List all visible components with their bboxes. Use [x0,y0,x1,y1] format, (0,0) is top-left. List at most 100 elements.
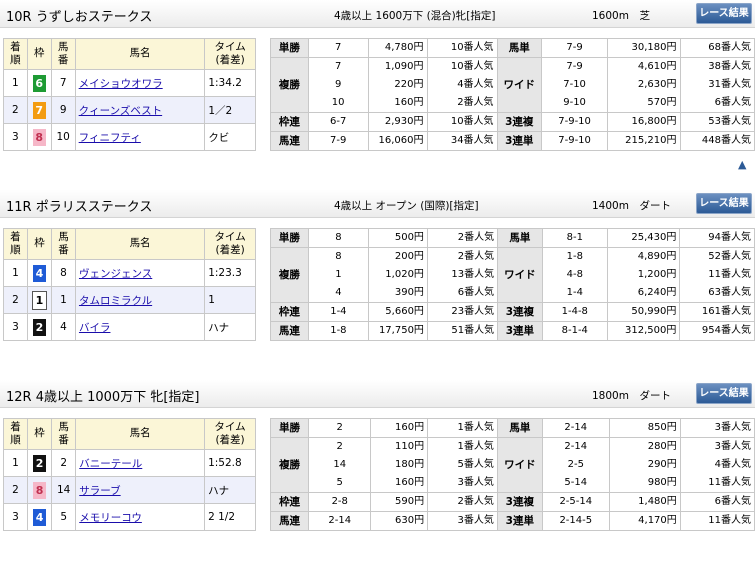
result-table-header: 着順 枠 馬番 馬名 タイム (着差) [3,418,256,450]
header-horse-number: 馬番 [50,38,76,70]
payout-row: 馬連 7-9 16,060円 34番人気 3連単 7-9-10 215,210円 448番人気 [270,131,755,151]
trifecta-numbers: 7-9-10 [541,131,609,151]
horse-name-link[interactable]: バイラ [79,322,111,334]
label-wide: ワイド [496,437,543,493]
label-trifecta: 3連単 [496,511,543,531]
place-popularity: 1番人気 5番人気 3番人気 [427,437,498,493]
wide-popularity-line: 31番人気 [708,79,751,90]
payout-row: 枠連 2-8 590円 2番人気 3連複 2-5-14 1,480円 6番人気 [269,492,755,512]
wide-payouts-line: 290円 [647,459,677,470]
header-horse-name: 馬名 [74,228,206,260]
finish-time: 1 [204,286,256,314]
wide-numbers-line: 7-9 [566,61,583,72]
horse-name-link[interactable]: フィニフティ [79,132,141,144]
place-numbers-line: 7 [334,61,342,72]
race-header: 11R ポラリスステークス 4歳以上 オープン (国際)[指定] 1400m ダ… [0,190,755,218]
horse-name-link[interactable]: ヴェンジェンス [79,268,152,280]
label-bracket-quinella: 枠連 [270,302,309,322]
result-row: 3 8 10 フィニフティ クビ [3,123,256,151]
wide-numbers-line: 2-14 [564,441,588,452]
horse-name-link[interactable]: サラーブ [79,485,120,497]
trifecta-payout: 4,170円 [608,511,681,531]
win-popularity: 10番人気 [426,38,498,58]
trifecta-popularity: 954番人気 [679,321,755,341]
bracket-badge: 4 [32,264,46,282]
wide-popularity-line: 3番人気 [714,441,751,452]
scroll-top-icon[interactable]: ▲ [738,158,746,171]
horse-name-link[interactable]: メイショウオワラ [79,78,163,90]
finish-position: 2 [3,286,28,314]
horse-name-cell: バイラ [74,313,206,341]
bracket-quinella-payout: 590円 [370,492,429,512]
race-result-button[interactable]: レース結果 [696,193,752,214]
bracket-badge: 8 [32,128,46,146]
horse-name-cell: フィニフティ [74,123,206,151]
horse-name-cell: クィーンズベスト [74,96,206,124]
label-exacta: 馬単 [497,228,543,248]
win-popularity: 2番人気 [426,228,499,248]
trifecta-popularity: 11番人気 [679,511,755,531]
win-payout: 4,780円 [367,38,428,58]
wide-payouts-line: 6,240円 [637,287,677,298]
trifecta-payout: 215,210円 [607,131,681,151]
wide-numbers: 1-8 4-8 1-4 [541,247,608,303]
place-popularity-line: 1番人気 [457,441,494,452]
horse-name-link[interactable]: タムロミラクル [79,295,152,307]
race-section: 12R 4歳以上 1000万下 牝[指定] 1800m ダート レース結果 着順… [0,380,755,570]
race-title: 12R 4歳以上 1000万下 牝[指定] [6,390,200,405]
place-payouts-line: 1,090円 [384,61,424,72]
bracket-badge: 6 [32,74,46,92]
result-row: 3 2 4 バイラ ハナ [3,313,256,341]
label-trifecta: 3連単 [496,131,543,151]
result-row: 1 2 2 バニーテール 1:52.8 [3,449,256,477]
result-row: 1 6 7 メイショウオワラ 1:34.2 [3,69,256,97]
label-bracket-quinella: 枠連 [270,112,309,132]
race-result-button[interactable]: レース結果 [696,3,752,24]
bracket-quinella-popularity: 23番人気 [426,302,499,322]
horse-number: 5 [51,503,77,531]
trio-payout: 50,990円 [606,302,681,322]
horse-name-cell: タムロミラクル [74,286,206,314]
place-numbers: 7 9 10 [307,57,369,113]
label-place: 複勝 [270,57,309,113]
exacta-payout: 30,180円 [607,38,681,58]
result-table-header: 着順 枠 馬番 馬名 タイム (着差) [3,228,256,260]
exacta-numbers: 7-9 [541,38,609,58]
place-popularity-line: 3番人気 [457,477,494,488]
label-quinella: 馬連 [270,131,309,151]
payout-row: 複勝 7 9 10 1,090円 220円 160円 10番人気 4番人気 2番人気 ワイド 7-9 7… [270,57,755,113]
horse-name-cell: メモリーコウ [75,503,206,531]
place-popularity-line: 5番人気 [457,459,494,470]
finish-position: 3 [3,313,28,341]
race-title: 10R うずしおステークス [6,10,153,25]
horse-name-link[interactable]: クィーンズベスト [79,105,162,117]
wide-popularity-line: 52番人気 [708,251,751,262]
race-result-button[interactable]: レース結果 [696,383,752,404]
wide-popularity-line: 38番人気 [708,61,751,72]
place-popularity-line: 6番人気 [457,287,495,298]
quinella-popularity: 34番人気 [426,131,498,151]
finish-position: 1 [3,449,28,477]
header-horse-name: 馬名 [74,38,206,70]
label-trio: 3連複 [496,492,543,512]
horse-name-link[interactable]: メモリーコウ [79,512,142,524]
finish-time: ハナ [204,476,256,504]
wide-payouts-line: 1,200円 [637,269,677,280]
finish-time: 1:34.2 [204,69,256,97]
bracket-badge: 1 [31,290,47,310]
payout-row: 複勝 2 14 5 110円 180円 160円 1番人気 5番人気 3番人気 ワイド 2-14 2-5… [269,437,755,493]
wide-numbers: 7-9 7-10 9-10 [541,57,609,113]
trifecta-numbers: 2-14-5 [541,511,610,531]
exacta-popularity: 3番人気 [679,418,755,438]
horse-name-link[interactable]: バニーテール [79,458,142,470]
quinella-numbers: 1-8 [307,321,369,341]
finish-position: 1 [3,69,28,97]
wide-payouts: 280円 290円 980円 [608,437,681,493]
finish-position: 2 [3,476,28,504]
exacta-payout: 25,430円 [606,228,681,248]
header-time: タイム (着差) [204,418,256,450]
horse-number: 14 [51,476,77,504]
wide-payouts-line: 570円 [647,97,677,108]
bracket-badge: 2 [32,318,46,336]
payout-row: 単勝 7 4,780円 10番人気 馬単 7-9 30,180円 68番人気 [270,38,755,58]
